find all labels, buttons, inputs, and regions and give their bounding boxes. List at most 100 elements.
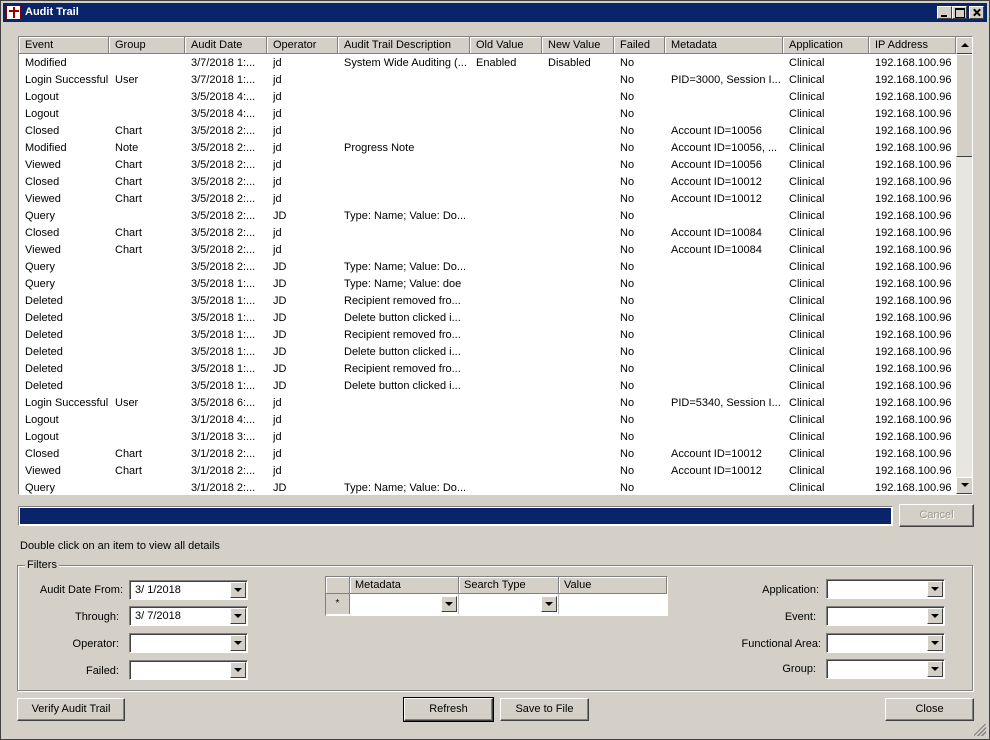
operator-select[interactable] [129, 633, 248, 653]
close-window-button[interactable] [969, 6, 984, 19]
table-row[interactable]: Query 3/5/2018 1:... JD Type: Name; Value: … [19, 276, 956, 293]
through-date-picker[interactable]: 3/ 7/2018 [129, 606, 248, 626]
metadata-filter-grid[interactable]: Metadata Search Type Value * [325, 576, 668, 616]
column-header-new-value[interactable]: New Value [542, 37, 614, 54]
column-header-event[interactable]: Event [19, 37, 109, 54]
table-row[interactable]: Viewed Chart 3/5/2018 2:... jd No Account ID=… [19, 157, 956, 174]
failed-select[interactable] [129, 660, 248, 680]
application-select[interactable] [826, 579, 945, 599]
table-row[interactable]: Query 3/1/2018 2:... JD Type: Name; Value: … [19, 480, 956, 494]
cell-audit-date: 3/5/2018 4:... [191, 108, 256, 120]
column-header-metadata[interactable]: Metadata [665, 37, 783, 54]
cell-failed: No [620, 261, 635, 273]
save-to-file-button[interactable]: Save to File [500, 698, 589, 721]
vertical-scrollbar[interactable] [956, 37, 972, 494]
table-row[interactable]: Closed Chart 3/5/2018 2:... jd No Account ID=… [19, 225, 956, 242]
column-header-operator[interactable]: Operator [267, 37, 338, 54]
table-row[interactable]: Closed Chart 3/5/2018 2:... jd No Account ID=… [19, 123, 956, 140]
search-type-column-header[interactable]: Search Type [459, 577, 559, 594]
chevron-down-icon[interactable] [230, 608, 246, 624]
table-row[interactable]: Viewed Chart 3/5/2018 2:... jd No Account ID=… [19, 191, 956, 208]
cell-new-value [542, 72, 614, 89]
table-row[interactable]: Logout 3/1/2018 4:... jd No Clinical 192.168.… [19, 412, 956, 429]
scroll-down-arrow-icon[interactable] [956, 477, 972, 494]
chevron-down-icon[interactable] [230, 635, 246, 651]
close-button[interactable]: Close [885, 698, 974, 721]
cell-operator: JD [273, 329, 287, 341]
chevron-down-icon[interactable] [927, 608, 943, 624]
value-column-header[interactable]: Value [559, 577, 667, 594]
functional-area-select[interactable] [826, 633, 945, 653]
audit-date-from-picker[interactable]: 3/ 1/2018 [129, 580, 248, 600]
table-row[interactable]: Viewed Chart 3/5/2018 2:... jd No Account ID=… [19, 242, 956, 259]
scroll-up-arrow-icon[interactable] [956, 37, 972, 54]
scroll-thumb[interactable] [956, 54, 972, 157]
table-row[interactable]: Query 3/5/2018 2:... JD Type: Name; Value: … [19, 208, 956, 225]
audit-trail-grid[interactable]: Event Group Audit Date Operator Audit Trail … [18, 36, 973, 495]
cell-ip-address: 192.168.100.96 [875, 125, 952, 137]
table-row[interactable]: Query 3/5/2018 2:... JD Type: Name; Value: … [19, 259, 956, 276]
chevron-down-icon[interactable] [230, 582, 246, 598]
maximize-button[interactable] [952, 6, 967, 19]
cell-operator: JD [273, 380, 287, 392]
column-header-failed[interactable]: Failed [614, 37, 665, 54]
event-select[interactable] [826, 606, 945, 626]
table-row[interactable]: Modified Note 3/5/2018 2:... jd Progress Not… [19, 140, 956, 157]
group-select[interactable] [826, 659, 945, 679]
chevron-down-icon[interactable] [927, 661, 943, 677]
chevron-down-icon[interactable] [927, 581, 943, 597]
cell-metadata [665, 310, 783, 327]
table-row[interactable]: Deleted 3/5/2018 1:... JD Delete button cli… [19, 378, 956, 395]
cell-metadata [665, 259, 783, 276]
metadata-cell[interactable] [350, 594, 459, 614]
metadata-column-header[interactable]: Metadata [350, 577, 459, 594]
table-row[interactable]: Viewed Chart 3/1/2018 2:... jd No Account ID=… [19, 463, 956, 480]
table-row[interactable]: Closed Chart 3/5/2018 2:... jd No Account ID=… [19, 174, 956, 191]
table-row[interactable]: Deleted 3/5/2018 1:... JD Delete button cli… [19, 310, 956, 327]
cell-audit-date: 3/5/2018 2:... [191, 227, 256, 239]
cell-description [338, 123, 470, 140]
column-header-application[interactable]: Application [783, 37, 869, 54]
table-row[interactable]: Deleted 3/5/2018 1:... JD Delete button cli… [19, 344, 956, 361]
cell-event: Logout [25, 91, 59, 103]
column-header-description[interactable]: Audit Trail Description [338, 37, 470, 54]
chevron-down-icon[interactable] [541, 596, 557, 612]
table-row[interactable]: Deleted 3/5/2018 1:... JD Recipient removed… [19, 327, 956, 344]
title-bar[interactable]: Audit Trail [3, 3, 987, 22]
table-row[interactable]: Login Successful User 3/7/2018 1:... jd No PI… [19, 72, 956, 89]
chevron-down-icon[interactable] [927, 635, 943, 651]
cell-audit-date: 3/1/2018 2:... [191, 482, 256, 494]
chevron-down-icon[interactable] [230, 662, 246, 678]
search-type-cell[interactable] [459, 594, 559, 614]
table-row[interactable]: Deleted 3/5/2018 1:... JD Recipient removed… [19, 293, 956, 310]
cell-failed: No [620, 244, 635, 256]
table-row[interactable]: Deleted 3/5/2018 1:... JD Recipient removed… [19, 361, 956, 378]
cell-old-value [470, 191, 542, 208]
minimize-button[interactable] [937, 6, 952, 19]
table-row[interactable]: Login Successful User 3/5/2018 6:... jd No PI… [19, 395, 956, 412]
table-row[interactable]: Closed Chart 3/1/2018 2:... jd No Account ID=… [19, 446, 956, 463]
cancel-button[interactable]: Cancel [899, 504, 974, 527]
table-row[interactable]: Logout 3/1/2018 3:... jd No Clinical 192.168.… [19, 429, 956, 446]
value-cell[interactable] [559, 594, 667, 614]
cell-application: Clinical [789, 244, 825, 256]
column-header-old-value[interactable]: Old Value [470, 37, 542, 54]
cell-application: Clinical [789, 227, 825, 239]
cell-failed: No [620, 278, 635, 290]
refresh-button[interactable]: Refresh [403, 697, 494, 722]
table-row[interactable]: Logout 3/5/2018 4:... jd No Clinical 192.168.… [19, 106, 956, 123]
cell-operator: jd [273, 227, 282, 239]
column-header-ip-address[interactable]: IP Address [869, 37, 956, 54]
cell-event: Modified [25, 142, 67, 154]
resize-grip-icon[interactable] [974, 724, 986, 736]
verify-audit-trail-button[interactable]: Verify Audit Trail [17, 698, 125, 721]
cell-new-value [542, 293, 614, 310]
chevron-down-icon[interactable] [441, 596, 457, 612]
cell-failed: No [620, 210, 635, 222]
cell-failed: No [620, 465, 635, 477]
column-header-group[interactable]: Group [109, 37, 185, 54]
cell-group: Chart [115, 244, 142, 256]
table-row[interactable]: Modified 3/7/2018 1:... jd System Wide Audi… [19, 55, 956, 72]
table-row[interactable]: Logout 3/5/2018 4:... jd No Clinical 192.168.… [19, 89, 956, 106]
column-header-audit-date[interactable]: Audit Date [185, 37, 267, 54]
